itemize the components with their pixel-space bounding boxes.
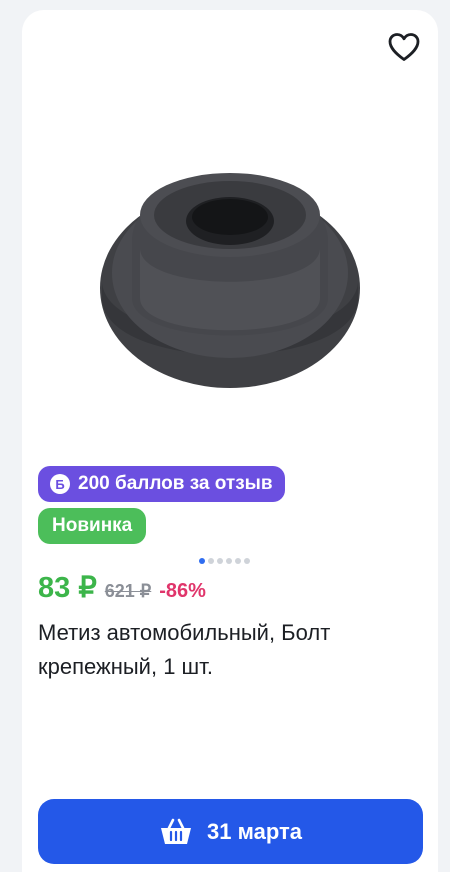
old-price: 621 ₽ xyxy=(104,581,152,601)
discount-percent: -86% xyxy=(159,580,206,602)
gallery-dot xyxy=(217,558,223,564)
points-badge-label: 200 баллов за отзыв xyxy=(78,473,273,494)
gallery-dot xyxy=(226,558,232,564)
product-card[interactable]: Б 200 баллов за отзыв Новинка 83 ₽ 621 ₽… xyxy=(22,10,438,872)
favorite-button[interactable] xyxy=(384,28,424,66)
new-badge: Новинка xyxy=(38,508,147,544)
gallery-dot xyxy=(235,558,241,564)
basket-icon xyxy=(161,818,192,844)
heart-icon xyxy=(388,33,420,61)
rubber-grommet-image xyxy=(100,173,360,388)
points-badge: Б 200 баллов за отзыв xyxy=(38,466,285,502)
gallery-dots xyxy=(199,558,250,564)
gallery-dot xyxy=(208,558,214,564)
cart-button-label: 31 марта xyxy=(207,818,302,844)
gallery-dot xyxy=(244,558,250,564)
gallery-dot xyxy=(199,558,205,564)
product-title[interactable]: Метиз автомобильный, Болт крепежный, 1 ш… xyxy=(38,616,418,684)
price-row: 83 ₽ 621 ₽ -86% xyxy=(38,570,206,605)
current-price: 83 ₽ xyxy=(38,572,97,604)
product-image[interactable] xyxy=(22,88,438,458)
add-to-cart-button[interactable]: 31 марта xyxy=(38,799,423,864)
new-badge-label: Новинка xyxy=(52,515,133,536)
points-icon: Б xyxy=(50,474,70,494)
